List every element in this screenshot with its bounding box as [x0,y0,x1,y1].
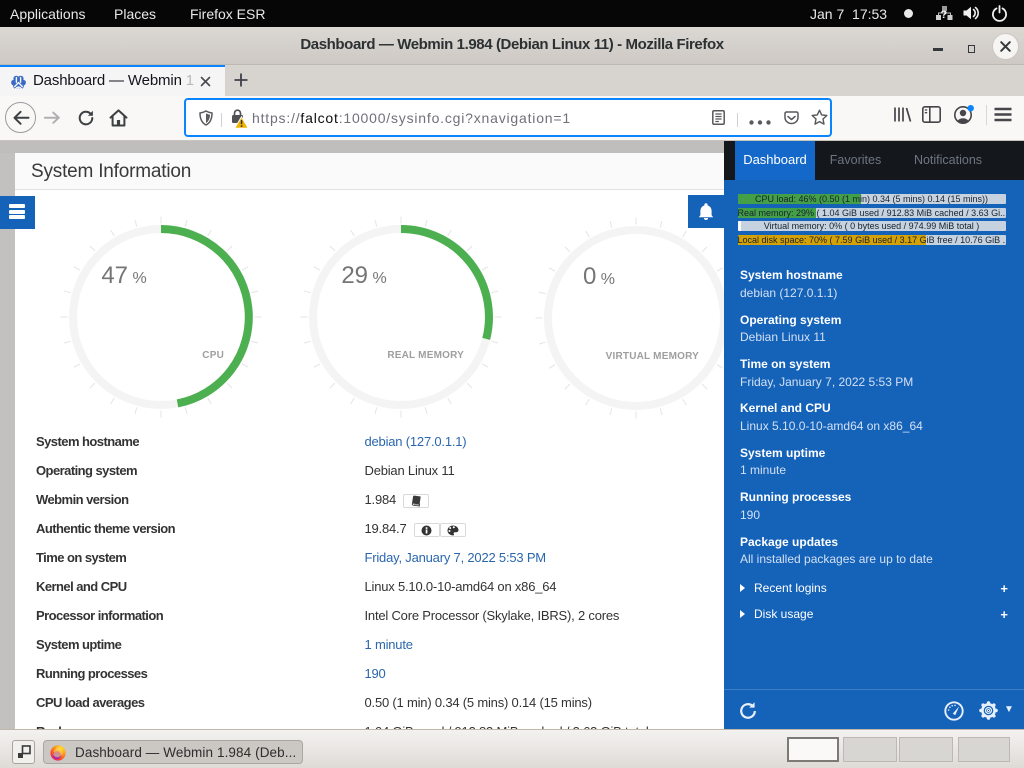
svg-text:?: ? [941,9,948,21]
